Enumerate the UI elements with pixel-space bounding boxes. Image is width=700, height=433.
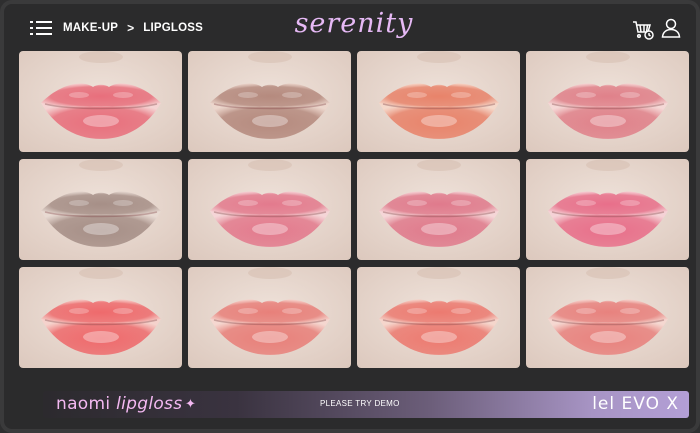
- swatch-card[interactable]: [526, 51, 689, 152]
- sparkle-icon: ✦: [185, 396, 196, 411]
- swatch-card[interactable]: [19, 51, 182, 152]
- swatch-card[interactable]: [188, 267, 351, 368]
- swatch-card[interactable]: [19, 159, 182, 260]
- brand-tag: lel EVO X: [592, 394, 679, 414]
- try-demo-link[interactable]: PLEASE TRY DEMO: [320, 399, 400, 408]
- product-title: naomi lipgloss: [56, 394, 182, 414]
- swatch-card[interactable]: [357, 267, 520, 368]
- user-icon[interactable]: [660, 17, 682, 39]
- swatch-card[interactable]: [526, 159, 689, 260]
- product-name: naomi: [56, 394, 111, 414]
- product-type: lipgloss: [116, 394, 183, 414]
- product-banner: naomi lipgloss ✦ PLEASE TRY DEMO lel EVO…: [43, 391, 689, 418]
- swatch-card[interactable]: [526, 267, 689, 368]
- swatch-card[interactable]: [188, 159, 351, 260]
- swatch-grid: [19, 51, 689, 369]
- brand-logo[interactable]: serenity: [4, 8, 696, 39]
- cart-clock-icon[interactable]: [631, 17, 655, 41]
- app-frame: MAKE-UP > LIPGLOSS serenity naomi lipglo…: [0, 0, 700, 433]
- swatch-card[interactable]: [357, 159, 520, 260]
- swatch-card[interactable]: [19, 267, 182, 368]
- swatch-card[interactable]: [188, 51, 351, 152]
- swatch-card[interactable]: [357, 51, 520, 152]
- header: MAKE-UP > LIPGLOSS serenity: [4, 4, 696, 50]
